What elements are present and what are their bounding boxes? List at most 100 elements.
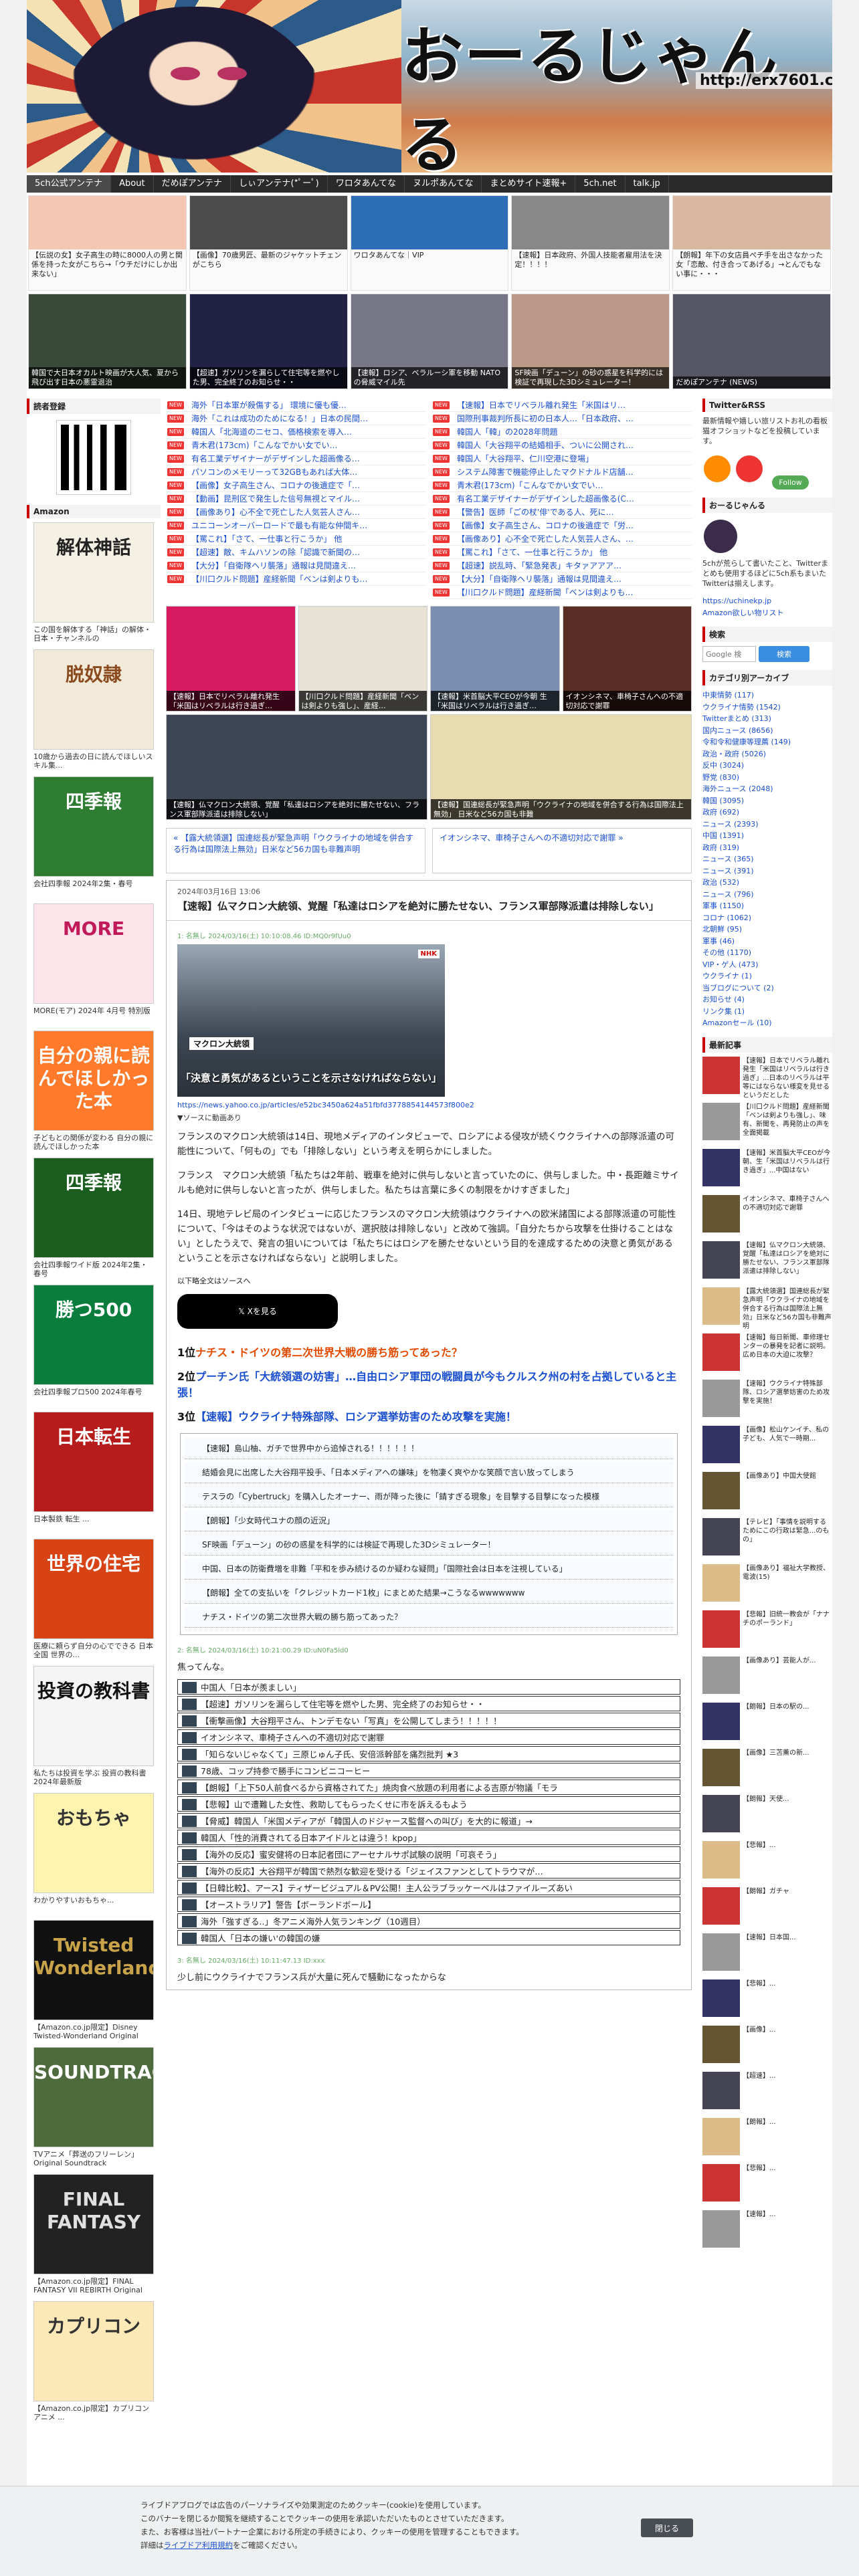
recent-item[interactable]: 【朗報】ガチャ	[702, 1887, 832, 1931]
gallery-item[interactable]: 【速報】米首脳大平CEOが今朝 生「米国はリベラルは行き過ぎ…	[430, 606, 560, 712]
ranking-link[interactable]: 【罵これ】「さて、一仕事と行こうか」 他	[457, 548, 607, 557]
news-image[interactable]: NHK マクロン大統領 「決意と勇気があるということを示さなければならない」	[177, 944, 445, 1097]
book-caption[interactable]: この国を解体する「神話」の解体・日本・チャンネルの	[33, 625, 154, 643]
category-link[interactable]: ニュース (2393)	[702, 819, 832, 831]
top3-title[interactable]: プーチン氏「大統領選の妨害」…自由ロシア軍団の戦闘員が今もクルスク州の村を占拠し…	[177, 1370, 676, 1399]
link-list-item[interactable]: 【脅威】韓国人「米国メディアが「韓国人のドジャース監督への叫び」を大的に報道」→	[177, 1813, 680, 1828]
category-link[interactable]: ニュース (391)	[702, 865, 832, 877]
nav-link[interactable]: だめぽアンテナ	[154, 175, 231, 193]
ranking-link[interactable]: パソコンのメモリーって32GBもあれば大体…	[191, 467, 357, 477]
ranking-link[interactable]: 【大分】「自衛隊ヘリ襲落」通報は見間違え…	[457, 574, 622, 584]
category-link[interactable]: VIP・ゲ人 (473)	[702, 959, 832, 971]
link-list-item[interactable]: 【朗報】「上下50人前食べるから資格されてた」焼肉食べ放題の利用者による吉原が物…	[177, 1780, 680, 1795]
recent-item[interactable]: 【速報】...	[702, 2210, 832, 2254]
recent-item[interactable]: 【画像】三苫薫の新...	[702, 1748, 832, 1793]
book-cover[interactable]: 四季報	[33, 776, 154, 877]
ranking-link[interactable]: 【大分】「自衛隊ヘリ襲落」通報は見間違え…	[191, 561, 356, 570]
link-list-item[interactable]: 78歳、コップ持参で勝手にコンビニコーヒー	[177, 1763, 680, 1778]
next-article-link[interactable]: イオンシネマ、車椅子さんへの不適切対応で謝罪 »	[432, 828, 692, 873]
link-list-item[interactable]: 「知らないじゃなくて」三原じゅん子氏、安倍派幹部を痛烈批判 ★3	[177, 1746, 680, 1761]
category-link[interactable]: 政府 (692)	[702, 807, 832, 819]
book-cover[interactable]: カプリコン	[33, 2301, 154, 2401]
link-list-item[interactable]: 中国人「日本が羨ましい」	[177, 1679, 680, 1695]
ranking-link[interactable]: 【速報】日本でリベラル離れ発生「米国はリ…	[457, 401, 626, 410]
ranking-link[interactable]: 【超速】説乱時、「緊急発表」キタァアアア…	[457, 561, 622, 570]
book-caption[interactable]: 10歳から過去の日に読んでほしいスキル集...	[33, 752, 154, 770]
category-link[interactable]: ウクライナ (1)	[702, 970, 832, 982]
book-caption[interactable]: 【Amazon.co.jp限定】Disney Twisted-Wonderlan…	[33, 2023, 154, 2040]
ranking-link[interactable]: 国際刑事裁判所長に初の日本人…「日本政府、…	[457, 414, 634, 423]
profile-link[interactable]: https://uchinekp.jp	[702, 595, 832, 607]
ranking-link[interactable]: システム障害で機能停止したマクドナルド店舗…	[457, 467, 634, 477]
recent-item[interactable]: 【露大統領選】国連総長が緊急声明「ウクライナの地域を併合する行為は国際法上無効」…	[702, 1287, 832, 1331]
related-link[interactable]: 【朗報】「少女時代ユナの顔の近況」	[185, 1510, 673, 1531]
ranking-link[interactable]: 【警告】医師「ごの杖'俳'である人、死に…	[457, 508, 613, 517]
link-list-item[interactable]: 韓国人「日本の嫌い'の韓国の嫌	[177, 1930, 680, 1945]
ranking-link[interactable]: 【画像】女子高生さん、コロナの後遺症で「労…	[457, 521, 634, 530]
recent-item[interactable]: 【速報】米首脳大平CEOが今朝、生「米国はリベラルは行き過ぎ」...中国はない	[702, 1148, 832, 1193]
link-list-item[interactable]: イオンシネマ、車椅子さんへの不適切対応で謝罪	[177, 1729, 680, 1745]
ranking-link[interactable]: 韓国人「大谷翔平の結婚相手、ついに公開され…	[457, 441, 634, 450]
ranking-link[interactable]: 有名工業デザイナーがデザインした超画像る…	[191, 454, 360, 463]
book-cover[interactable]: 自分の親に読んでほしかった本	[33, 1031, 154, 1131]
book-cover[interactable]: MORE	[33, 903, 154, 1004]
ranking-link[interactable]: 海外「日本軍が殺傷する」 環境に優も優…	[191, 401, 347, 410]
ranking-link[interactable]: 【動画】昆刑区で発生した信号無視とマイル…	[191, 494, 360, 504]
nav-link[interactable]: ヌルポあんてな	[405, 175, 482, 193]
nav-link[interactable]: 5ch.net	[575, 175, 626, 193]
site-header-banner[interactable]: おーるじゃんる http://erx7601.com	[27, 0, 832, 173]
antenna-card[interactable]: 韓国で大日本オカルト映画が大人気、夏から飛び出す日本の悪霊退治	[28, 294, 187, 389]
search-input[interactable]	[702, 646, 756, 662]
recent-item[interactable]: 【朗報】...	[702, 2117, 832, 2162]
wishlist-link[interactable]: Amazon欲しい物リスト	[702, 607, 832, 619]
book-cover[interactable]: 四季報	[33, 1158, 154, 1258]
book-cover[interactable]: FINAL FANTASY	[33, 2174, 154, 2274]
book-caption[interactable]: 私たちは投資を学ぶ 投資の教科書 2024年最新版	[33, 1769, 154, 1786]
antenna-card[interactable]: 【画像】70歳男匠、最新のジャケットチェンがこちら	[189, 195, 348, 291]
recent-item[interactable]: 【速報】仏マクロン大統領、覚醒「私達はロシアを絶対に勝たせない、フランス軍部隊派…	[702, 1241, 832, 1285]
antenna-card[interactable]: 【超速】ガソリンを漏らして住宅等を燃やした男、完全終了のお知らせ・・	[189, 294, 348, 389]
ranking-link[interactable]: 海外「これは成功のためになる！」日本の民間…	[191, 414, 368, 423]
book-cover[interactable]: 解体神話	[33, 522, 154, 623]
cookie-close-button[interactable]: 閉じる	[641, 2518, 693, 2537]
link-list-item[interactable]: 【超速】ガソリンを漏らして住宅等を燃やした男、完全終了のお知らせ・・	[177, 1696, 680, 1711]
book-caption[interactable]: 【Amazon.co.jp限定】FINAL FANTASY VII REBIRT…	[33, 2277, 154, 2294]
category-link[interactable]: 韓国 (3095)	[702, 795, 832, 807]
nav-link[interactable]: まとめサイト速報+	[482, 175, 576, 193]
recent-item[interactable]: イオンシネマ、車椅子さんへの不適切対応で謝罪	[702, 1194, 832, 1239]
recent-item[interactable]: 【朗報】日本の駅の...	[702, 1702, 832, 1747]
top3-item[interactable]: 2位プーチン氏「大統領選の妨害」…自由ロシア軍団の戦闘員が今もクルスク州の村を占…	[177, 1369, 680, 1401]
follow-button[interactable]: Follow	[772, 475, 809, 490]
book-caption[interactable]: MORE(モア) 2024年 4月号 特別版	[33, 1006, 154, 1024]
recent-item[interactable]: 【悲報】...	[702, 1840, 832, 1885]
search-button[interactable]: 検索	[759, 646, 809, 662]
rss-icon[interactable]	[704, 455, 731, 482]
x-view-button[interactable]: 𝕏 Xを見る	[177, 1294, 338, 1329]
nav-link[interactable]: 5ch公式アンテナ	[27, 175, 112, 193]
top3-item[interactable]: 3位【速報】ウクライナ特殊部隊、ロシア選挙妨害のため攻撃を実施！	[177, 1409, 680, 1425]
terms-link[interactable]: ライブドア利用規約	[164, 2541, 233, 2550]
category-link[interactable]: ニュース (796)	[702, 889, 832, 901]
antenna-card[interactable]: 【速報】日本政府、外国人技能者雇用法を決定！！！！	[511, 195, 670, 291]
ranking-link[interactable]: 青木君(173cm)「こんなでかい女でい…	[191, 441, 338, 450]
link-list-item[interactable]: 【オーストラリア】警告【ボーランドボール】	[177, 1897, 680, 1912]
ranking-link[interactable]: 有名工業デザイナーがデザインした超画像る(C…	[457, 494, 634, 504]
book-caption[interactable]: 会社四季報 2024年2集・春号	[33, 879, 154, 897]
book-caption[interactable]: 医療に頼らず自分の心でできる 日本全国 世界の...	[33, 1642, 154, 1659]
category-link[interactable]: 野党 (830)	[702, 772, 832, 784]
category-link[interactable]: 当ブログについて (2)	[702, 982, 832, 994]
ranking-link[interactable]: 韓国人「大谷翔平、仁川空港に登場」	[457, 454, 593, 463]
recent-item[interactable]: 【画像あり】中国大使館	[702, 1471, 832, 1516]
ranking-link[interactable]: 【画像】女子高生さん、コロナの後遺症で「…	[191, 481, 360, 490]
category-link[interactable]: 政治 (532)	[702, 877, 832, 889]
book-cover[interactable]: 日本転生	[33, 1412, 154, 1512]
category-link[interactable]: ニュース (365)	[702, 853, 832, 865]
ranking-link[interactable]: 韓国人「韓」の2028年問題	[457, 427, 558, 437]
category-link[interactable]: Twitterまとめ (313)	[702, 713, 832, 725]
link-list-item[interactable]: 【日韓比較】、アース】ティザービジュアル＆PV公開！主人公ラブラッケーベルはファ…	[177, 1880, 680, 1895]
book-cover[interactable]: Twisted Wonderland	[33, 1920, 154, 2020]
antenna-card[interactable]: 【速報】ロシア、ベラルーシ軍を移動 NATOの脅威マイル先	[350, 294, 509, 389]
related-link[interactable]: SF映画「デューン」の砂の惑星を科学的には検証で再現した3Dシミュレーター！	[185, 1534, 673, 1555]
link-list-item[interactable]: 【海外の反応】大谷翔平が韓国で熱烈な歓迎を受ける「ジェイスファンとしてトラウマが…	[177, 1863, 680, 1879]
ranking-link[interactable]: 【罵これ】「さて、一仕事と行こうか」 他	[191, 534, 342, 544]
